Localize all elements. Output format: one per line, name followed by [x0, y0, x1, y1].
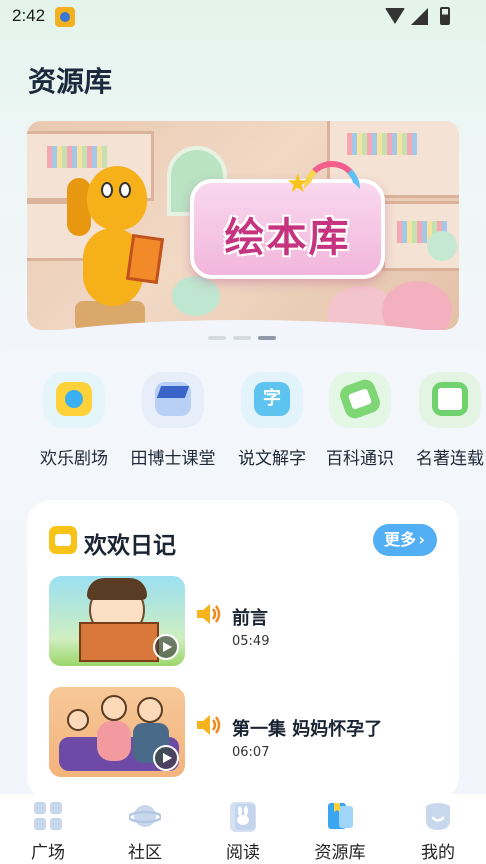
books [347, 133, 417, 155]
category-label: 名著连载 [416, 449, 484, 469]
status-bar: 2:42 [0, 0, 486, 34]
wifi-icon [385, 8, 405, 24]
signal-icon [411, 7, 428, 25]
speaker-icon [197, 604, 221, 624]
pager-dot-active [258, 336, 276, 340]
pager-dot [233, 336, 251, 340]
grid-icon [34, 802, 62, 830]
episode-thumbnail [49, 576, 185, 666]
nav-label: 我的 [421, 843, 455, 863]
nav-label: 阅读 [226, 843, 260, 863]
pager-dot [208, 336, 226, 340]
status-indicators [385, 7, 450, 25]
play-icon[interactable] [153, 745, 179, 771]
decor-ball [382, 281, 452, 330]
library-icon [328, 803, 353, 829]
character-card-icon: 字 [241, 372, 303, 428]
category-item[interactable]: 田博士课堂 [128, 372, 218, 469]
battery-icon [440, 7, 450, 25]
dog-character [67, 166, 165, 326]
books [47, 146, 107, 168]
nav-tab-community[interactable]: 社区 [97, 794, 193, 864]
episode-thumbnail [49, 687, 185, 777]
decor-ball [172, 276, 220, 316]
star-icon: ★ [286, 169, 310, 199]
episode-duration: 05:49 [232, 634, 270, 649]
decor-ball [427, 231, 457, 261]
card-title: 欢欢日记 [84, 533, 176, 559]
picture-book-logo: ★ 绘本库 [190, 161, 385, 279]
planet-icon [129, 805, 161, 827]
app-notification-icon [55, 7, 75, 27]
page-title: 资源库 [28, 65, 113, 98]
category-label: 田博士课堂 [130, 449, 216, 469]
category-label: 百科通识 [326, 449, 394, 469]
status-time: 2:42 [12, 6, 46, 25]
diary-card: 欢欢日记 更多 › 前言 05:49 第一集 妈妈怀孕了 06:07 [27, 500, 459, 800]
category-item[interactable]: 欢乐剧场 [29, 372, 119, 469]
nav-tab-library-active[interactable]: 资源库 [292, 794, 388, 864]
bottom-nav: 广场 社区 阅读 资源库 我的 [0, 794, 486, 864]
category-item[interactable]: 字 说文解字 [227, 372, 317, 469]
category-label: 欢乐剧场 [40, 449, 108, 469]
category-item[interactable]: 名著连载 [405, 372, 486, 469]
episode-item[interactable]: 第一集 妈妈怀孕了 06:07 [49, 687, 437, 777]
episode-item[interactable]: 前言 05:49 [49, 576, 437, 666]
book-icon [419, 372, 481, 428]
chevron-right-icon: › [418, 530, 425, 549]
carousel-pager [208, 336, 276, 340]
category-item[interactable]: 百科通识 [315, 372, 405, 469]
nav-label: 广场 [31, 843, 65, 863]
graduation-cap-icon [142, 372, 204, 428]
nav-tab-mine[interactable]: 我的 [390, 794, 486, 864]
banner-carousel[interactable]: ★ 绘本库 [27, 121, 459, 330]
speaker-icon [197, 715, 221, 735]
episode-title: 前言 [232, 608, 268, 629]
tv-play-icon [43, 372, 105, 428]
category-row: 欢乐剧场 田博士课堂 字 说文解字 百科通识 名著连载 [0, 372, 486, 472]
logo-text: 绘本库 [224, 215, 351, 261]
smile-face-icon [426, 803, 450, 830]
nav-label: 社区 [128, 843, 162, 863]
nav-tab-square[interactable]: 广场 [0, 794, 96, 864]
encyclopedia-card-icon [329, 372, 391, 428]
diary-icon [49, 526, 77, 554]
more-button[interactable]: 更多 › [373, 524, 437, 556]
nav-tab-reading[interactable]: 阅读 [195, 794, 291, 864]
episode-title: 第一集 妈妈怀孕了 [232, 719, 383, 740]
more-label: 更多 [384, 530, 417, 549]
rabbit-book-icon [230, 802, 256, 832]
play-icon[interactable] [153, 634, 179, 660]
category-label: 说文解字 [238, 449, 306, 469]
episode-duration: 06:07 [232, 745, 270, 760]
nav-label: 资源库 [314, 843, 366, 863]
